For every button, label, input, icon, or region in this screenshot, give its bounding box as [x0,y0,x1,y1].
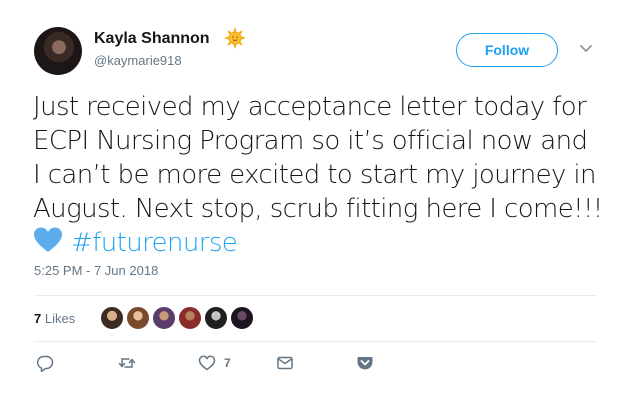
author-avatar[interactable] [34,27,82,75]
liker-avatar[interactable] [126,306,150,330]
reply-button[interactable] [36,354,54,372]
divider [34,341,596,342]
tweet-actions: 7 [34,354,594,378]
reply-icon [36,355,54,372]
direct-message-button[interactable] [276,354,294,372]
hashtag-link[interactable]: #futurenurse [71,228,238,258]
tweet-text-line: ECPI Nursing Program so it’s official no… [33,126,588,156]
likes-count: 7 [34,311,42,326]
retweet-button[interactable] [118,354,136,372]
save-to-pocket-button[interactable] [356,354,374,372]
liker-avatar[interactable] [178,306,202,330]
envelope-icon [277,356,293,370]
author-handle[interactable]: @kaymarie918 [94,53,182,68]
blue-heart-emoji-icon [34,227,62,252]
pocket-icon [357,357,373,370]
tweet-text-line: August. Next stop, scrub fitting here I … [33,194,603,224]
tweet-text-line: I can’t be more excited to start my jour… [33,160,597,190]
like-count: 7 [224,356,231,370]
liker-avatar[interactable] [230,306,254,330]
liker-avatar[interactable] [100,306,124,330]
liker-avatars [100,306,256,330]
follow-button[interactable]: Follow [456,33,558,67]
tweet-text: Just received my acceptance letter today… [33,90,603,260]
like-button[interactable]: 7 [198,354,231,372]
liker-avatar[interactable] [204,306,228,330]
author-name[interactable]: Kayla Shannon [94,30,210,48]
sun-emoji-icon [224,27,246,49]
divider [34,295,596,296]
likes-label: Likes [44,311,76,326]
tweet-text-line: Just received my acceptance letter today… [33,92,587,122]
liker-avatar[interactable] [152,306,176,330]
retweet-icon [118,358,136,368]
tweet-timestamp[interactable]: 5:25 PM - 7 Jun 2018 [34,263,158,278]
tweet-text-line-last: #futurenurse [33,226,603,260]
likes-stat[interactable]: 7 Likes [34,311,75,326]
chevron-down-icon[interactable] [578,40,594,56]
heart-icon [198,355,216,371]
